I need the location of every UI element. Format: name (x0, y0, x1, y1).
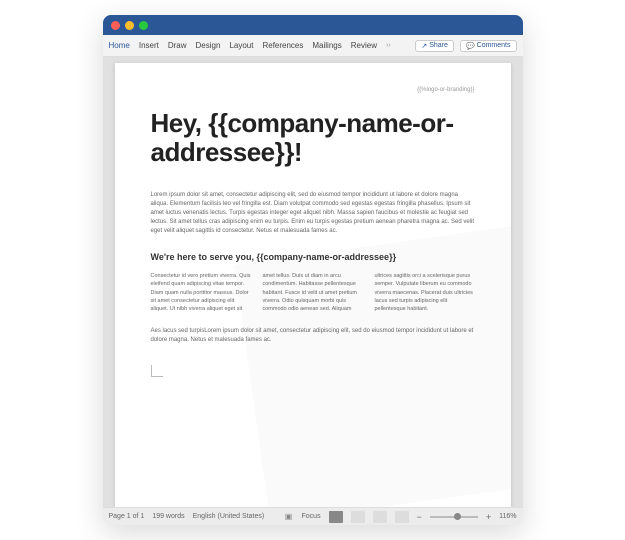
tab-draw[interactable]: Draw (168, 41, 187, 50)
zoom-slider[interactable] (430, 516, 478, 518)
page[interactable]: {{%logo-or-branding}} Hey, {{company-nam… (115, 63, 511, 507)
zoom-out-button[interactable]: − (417, 512, 422, 522)
zoom-in-button[interactable]: + (486, 512, 491, 522)
share-icon: ↗ (421, 42, 427, 50)
print-layout-view-button[interactable] (329, 511, 343, 523)
maximize-icon[interactable] (139, 21, 148, 30)
tab-design[interactable]: Design (196, 41, 221, 50)
ribbon-tabs: Home Insert Draw Design Layout Reference… (103, 35, 523, 57)
language-indicator[interactable]: English (United States) (193, 513, 265, 520)
comments-label: Comments (477, 42, 511, 49)
draft-view-button[interactable] (395, 511, 409, 523)
columns: Consectetur id vero pretium viverra. Qui… (151, 272, 475, 313)
tab-home[interactable]: Home (109, 41, 130, 50)
document-area: {{%logo-or-branding}} Hey, {{company-nam… (103, 57, 523, 507)
word-count[interactable]: 199 words (152, 513, 184, 520)
branding-placeholder: {{%logo-or-branding}} (151, 87, 475, 93)
minimize-icon[interactable] (125, 21, 134, 30)
titlebar (103, 15, 523, 35)
comment-icon: 💬 (466, 42, 475, 50)
body-paragraph-1: Lorem ipsum dolor sit amet, consectetur … (151, 191, 475, 236)
status-bar: Page 1 of 1 199 words English (United St… (103, 507, 523, 525)
outline-view-button[interactable] (373, 511, 387, 523)
headline: Hey, {{company-name-or-addressee}}! (151, 109, 475, 167)
focus-icon: ▣ (284, 512, 294, 522)
tab-mailings[interactable]: Mailings (312, 41, 341, 50)
more-tabs[interactable]: ›› (386, 42, 391, 49)
share-button[interactable]: ↗ Share (415, 40, 454, 52)
tab-insert[interactable]: Insert (139, 41, 159, 50)
zoom-level[interactable]: 116% (499, 513, 516, 520)
subheading: We're here to serve you, {{company-name-… (151, 252, 475, 262)
comments-button[interactable]: 💬 Comments (460, 40, 517, 52)
app-window: Home Insert Draw Design Layout Reference… (103, 15, 523, 525)
tab-references[interactable]: References (262, 41, 303, 50)
web-layout-view-button[interactable] (351, 511, 365, 523)
close-icon[interactable] (111, 21, 120, 30)
column-3: ultrices sagittis orci a scelerisque pur… (375, 272, 475, 313)
margin-mark-icon (151, 365, 163, 377)
share-label: Share (429, 42, 448, 49)
page-indicator[interactable]: Page 1 of 1 (109, 513, 145, 520)
column-2: amet tellus. Duis ut diam in arcu condim… (263, 272, 363, 313)
focus-mode[interactable]: Focus (302, 513, 321, 520)
body-paragraph-2: Aes lacus sed turpisLorem ipsum dolor si… (151, 327, 475, 345)
column-1: Consectetur id vero pretium viverra. Qui… (151, 272, 251, 313)
tab-layout[interactable]: Layout (229, 41, 253, 50)
tab-review[interactable]: Review (351, 41, 377, 50)
